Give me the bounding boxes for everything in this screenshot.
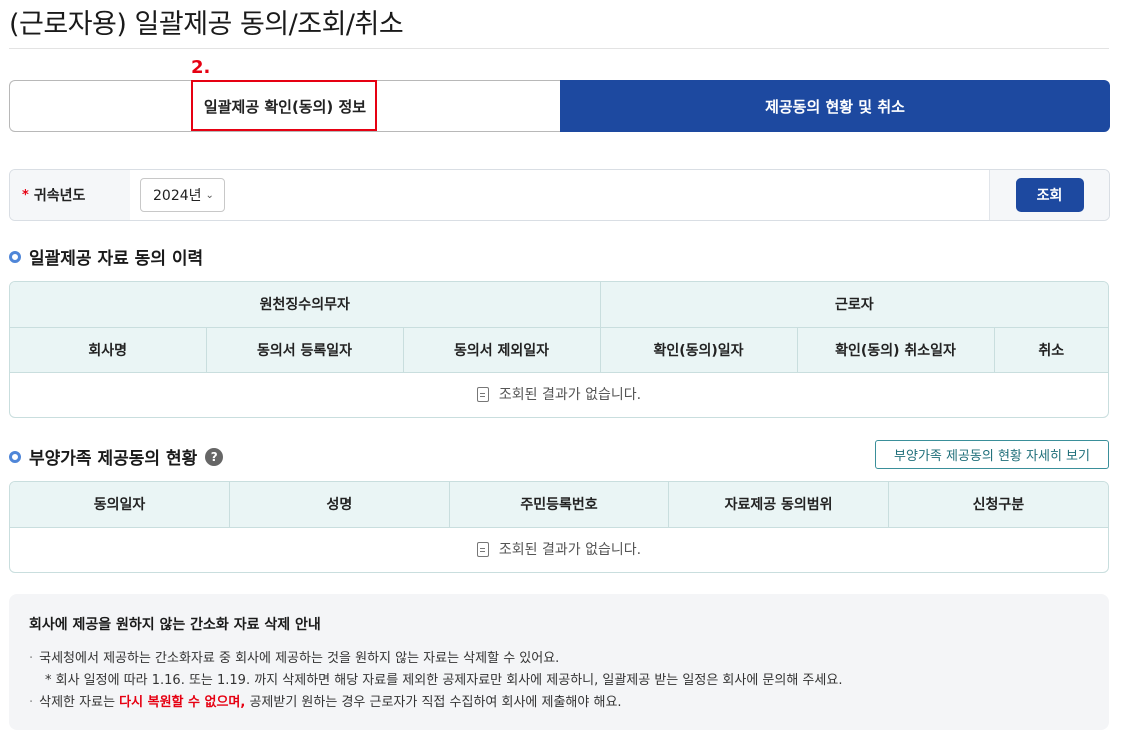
search-button[interactable]: 조회 bbox=[1015, 178, 1084, 212]
group-header-worker: 근로자 bbox=[600, 282, 1108, 328]
bullet-dot: · bbox=[29, 695, 34, 710]
notice-text-part: 공제받기 원하는 경우 근로자가 직접 수집하여 회사에 제출해야 해요. bbox=[245, 695, 622, 710]
column-header: 신청구분 bbox=[888, 482, 1108, 528]
column-header: 주민등록번호 bbox=[449, 482, 670, 528]
search-filter: * 귀속년도 2024년 ⌄ 조회 bbox=[9, 169, 1110, 221]
section-consent-history-title-text: 일괄제공 자료 동의 이력 bbox=[29, 249, 204, 269]
empty-text: 조회된 결과가 없습니다. bbox=[498, 542, 642, 558]
section-dependents-title-text: 부양가족 제공동의 현황 bbox=[29, 449, 198, 469]
page-title: (근로자용) 일괄제공 동의/조회/취소 bbox=[9, 9, 404, 40]
column-header: 자료제공 동의범위 bbox=[668, 482, 889, 528]
column-header: 확인(동의) 취소일자 bbox=[797, 327, 995, 373]
section-bullet-icon bbox=[9, 250, 21, 263]
notice-line: · 국세청에서 제공하는 간소화자료 중 회사에 제공하는 것을 원하지 않는 … bbox=[29, 648, 1089, 670]
notice-line: · 삭제한 자료는 다시 복원할 수 없으며, 공제받기 원하는 경우 근로자가… bbox=[29, 692, 1089, 714]
year-select[interactable]: 2024년 ⌄ bbox=[140, 178, 225, 212]
title-divider bbox=[9, 48, 1109, 49]
tab-consent-info[interactable]: 일괄제공 확인(동의) 정보 bbox=[9, 80, 560, 132]
section-bullet-icon bbox=[9, 450, 21, 463]
help-icon[interactable]: ? bbox=[205, 447, 224, 466]
notice-subline: * 회사 일정에 따라 1.16. 또는 1.19. 까지 삭제하면 해당 자료… bbox=[29, 670, 1089, 692]
annotation-number: 2. bbox=[191, 57, 211, 78]
bullet-dot: · bbox=[29, 651, 34, 666]
column-header: 취소 bbox=[994, 327, 1108, 373]
tab-bar: 일괄제공 확인(동의) 정보 제공동의 현황 및 취소 bbox=[9, 80, 1110, 132]
column-header: 동의일자 bbox=[10, 482, 231, 528]
notice-title: 회사에 제공을 원하지 않는 간소화 자료 삭제 안내 bbox=[29, 617, 321, 633]
section-dependents-title: 부양가족 제공동의 현황 ? bbox=[9, 444, 224, 469]
empty-text: 조회된 결과가 없습니다. bbox=[498, 387, 642, 403]
notice-text-part: 삭제한 자료는 bbox=[39, 695, 120, 710]
column-header: 회사명 bbox=[10, 327, 207, 373]
column-header: 동의서 등록일자 bbox=[206, 327, 404, 373]
tab-consent-status[interactable]: 제공동의 현황 및 취소 bbox=[560, 80, 1110, 132]
document-icon bbox=[476, 541, 489, 557]
consent-history-table: 원천징수의무자 근로자 회사명 동의서 등록일자 동의서 제외일자 확인(동의)… bbox=[9, 281, 1109, 418]
column-header: 동의서 제외일자 bbox=[403, 327, 601, 373]
year-select-value: 2024년 bbox=[153, 188, 202, 204]
notice-subline-text: * 회사 일정에 따라 1.16. 또는 1.19. 까지 삭제하면 해당 자료… bbox=[45, 673, 843, 688]
group-header-withholding-agent: 원천징수의무자 bbox=[10, 282, 601, 328]
section-consent-history-title: 일괄제공 자료 동의 이력 bbox=[9, 244, 203, 269]
filter-label-text: 귀속년도 bbox=[33, 188, 86, 204]
notice-line-text: 국세청에서 제공하는 간소화자료 중 회사에 제공하는 것을 원하지 않는 자료… bbox=[39, 651, 560, 666]
notice-warning-text: 다시 복원할 수 없으며, bbox=[119, 695, 246, 710]
dependents-detail-button[interactable]: 부양가족 제공동의 현황 자세히 보기 bbox=[875, 440, 1109, 469]
column-header: 성명 bbox=[229, 482, 450, 528]
chevron-down-icon: ⌄ bbox=[205, 189, 214, 201]
empty-row: 조회된 결과가 없습니다. bbox=[10, 527, 1108, 572]
notice-line-text: 삭제한 자료는 다시 복원할 수 없으며, 공제받기 원하는 경우 근로자가 직… bbox=[39, 692, 621, 714]
filter-label: * 귀속년도 bbox=[10, 170, 130, 220]
required-mark: * bbox=[22, 187, 29, 203]
document-icon bbox=[476, 386, 489, 402]
search-button-area: 조회 bbox=[989, 170, 1109, 220]
dependents-table: 동의일자 성명 주민등록번호 자료제공 동의범위 신청구분 조회된 결과가 없습… bbox=[9, 481, 1109, 573]
column-header: 확인(동의)일자 bbox=[600, 327, 798, 373]
deletion-notice: 회사에 제공을 원하지 않는 간소화 자료 삭제 안내 · 국세청에서 제공하는… bbox=[9, 594, 1109, 730]
empty-row: 조회된 결과가 없습니다. bbox=[10, 372, 1108, 417]
